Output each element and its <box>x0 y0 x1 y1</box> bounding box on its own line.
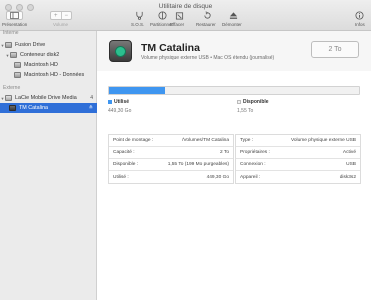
internal-section-header: Interne <box>3 30 19 36</box>
add-volume-icon[interactable]: + <box>54 13 58 19</box>
used-legend: Utilisé 449,30 Go <box>108 99 131 114</box>
info-row-mount-point: Point de montage : /Volumes/TM Catalina <box>109 135 233 147</box>
sidebar-item-tm-catalina[interactable]: TM Catalina ≙ <box>0 103 97 113</box>
unmount-button[interactable] <box>226 10 240 20</box>
sidebar-item-label: Fusion Drive <box>15 42 46 48</box>
window-title: Utilitaire de disque <box>158 3 213 10</box>
remove-volume-icon[interactable]: − <box>65 13 69 19</box>
volume-icon <box>14 62 21 68</box>
info-row-used: Utilisé : 449,30 Go <box>113 174 229 180</box>
restore-button[interactable] <box>200 10 214 20</box>
used-swatch <box>108 100 112 104</box>
window-toolbar: Utilitaire de disque Présentation + − Vo… <box>0 0 371 31</box>
free-legend: Disponible 1,55 To <box>237 99 269 114</box>
sidebar-item-label: Macintosh HD - Données <box>24 72 85 78</box>
partition-icon <box>157 10 167 20</box>
info-button[interactable] <box>352 10 366 20</box>
volume-add-remove-control[interactable]: + − <box>50 11 72 20</box>
unmount-label: Démonter <box>222 22 242 27</box>
free-label: Disponible <box>243 99 269 105</box>
volume-name: TM Catalina <box>141 42 200 54</box>
info-row-available: Disponible : 1,55 To (199 Mo purgeables) <box>109 159 233 171</box>
info-row-type: Type : Volume physique externe USB <box>236 135 360 147</box>
used-label: Utilisé <box>114 99 130 105</box>
internal-drive-icon <box>5 42 12 48</box>
free-swatch <box>237 100 241 104</box>
erase-label: Effacer <box>170 22 185 27</box>
time-machine-volume-icon <box>9 105 16 111</box>
sidebar-item-fusion-drive[interactable]: ▼ Fusion Drive <box>0 40 97 50</box>
sidebar: Interne ▼ Fusion Drive ▼ Conteneur disk2… <box>0 30 97 300</box>
info-table-left: Point de montage : /Volumes/TM Catalina … <box>108 134 234 184</box>
usage-bar <box>108 86 360 95</box>
erase-icon <box>175 11 183 20</box>
presentation-label: Présentation <box>2 22 28 27</box>
usage-bar-fill <box>109 87 166 94</box>
restore-icon <box>203 10 211 19</box>
sidebar-item-label: Macintosh HD <box>24 62 58 68</box>
info-table-right: Type : Volume physique externe USB Propr… <box>235 134 361 184</box>
main-panel: TM Catalina Volume physique externe USB … <box>97 31 371 300</box>
sidebar-item-label: LaCie Mobile Drive Media <box>15 95 77 101</box>
stethoscope-icon <box>135 11 143 20</box>
eject-indicator[interactable]: 4 <box>90 95 93 101</box>
volume-icon <box>14 72 21 78</box>
sidebar-item-label: Conteneur disk2 <box>20 52 60 58</box>
presentation-button[interactable] <box>6 11 23 20</box>
used-value: 449,30 Go <box>108 108 132 115</box>
external-section-header: Externe <box>3 85 21 91</box>
volume-subtitle: Volume physique externe USB • Mac OS éte… <box>141 55 275 61</box>
volume-header: TM Catalina Volume physique externe USB … <box>97 31 371 71</box>
info-row-capacity: Capacité : 2 To <box>109 147 233 159</box>
sidebar-item-macintosh-hd-data[interactable]: Macintosh HD - Données <box>0 70 97 80</box>
first-aid-button[interactable] <box>132 10 146 20</box>
free-value: 1,55 To <box>237 108 254 115</box>
eject-icon <box>229 11 237 19</box>
eject-indicator[interactable]: ≙ <box>89 105 93 111</box>
info-row-connection: Connexion : USB <box>236 159 360 171</box>
volume-size-button[interactable]: 2 To <box>311 41 359 58</box>
external-drive-icon <box>5 95 12 101</box>
partition-button[interactable] <box>155 10 169 20</box>
info-row-owners: Propriétaires : Activé <box>236 147 360 159</box>
container-icon <box>10 52 17 58</box>
volume-label: Volume <box>53 22 69 27</box>
sidebar-view-icon <box>10 12 19 19</box>
restore-label: Restaurer <box>196 22 216 27</box>
erase-button[interactable] <box>172 10 186 20</box>
info-icon <box>354 10 364 20</box>
time-machine-volume-icon <box>109 40 132 62</box>
info-row-device: Appareil : disk3s2 <box>240 174 356 180</box>
sidebar-item-container-disk2[interactable]: ▼ Conteneur disk2 <box>0 50 97 60</box>
sidebar-item-lacie-mobile-drive[interactable]: ▼ LaCie Mobile Drive Media 4 <box>0 93 97 103</box>
info-label: Infos <box>355 22 365 27</box>
first-aid-label: S.O.S. <box>131 22 145 27</box>
sidebar-item-label: TM Catalina <box>19 105 49 111</box>
sidebar-item-macintosh-hd[interactable]: Macintosh HD <box>0 60 97 70</box>
